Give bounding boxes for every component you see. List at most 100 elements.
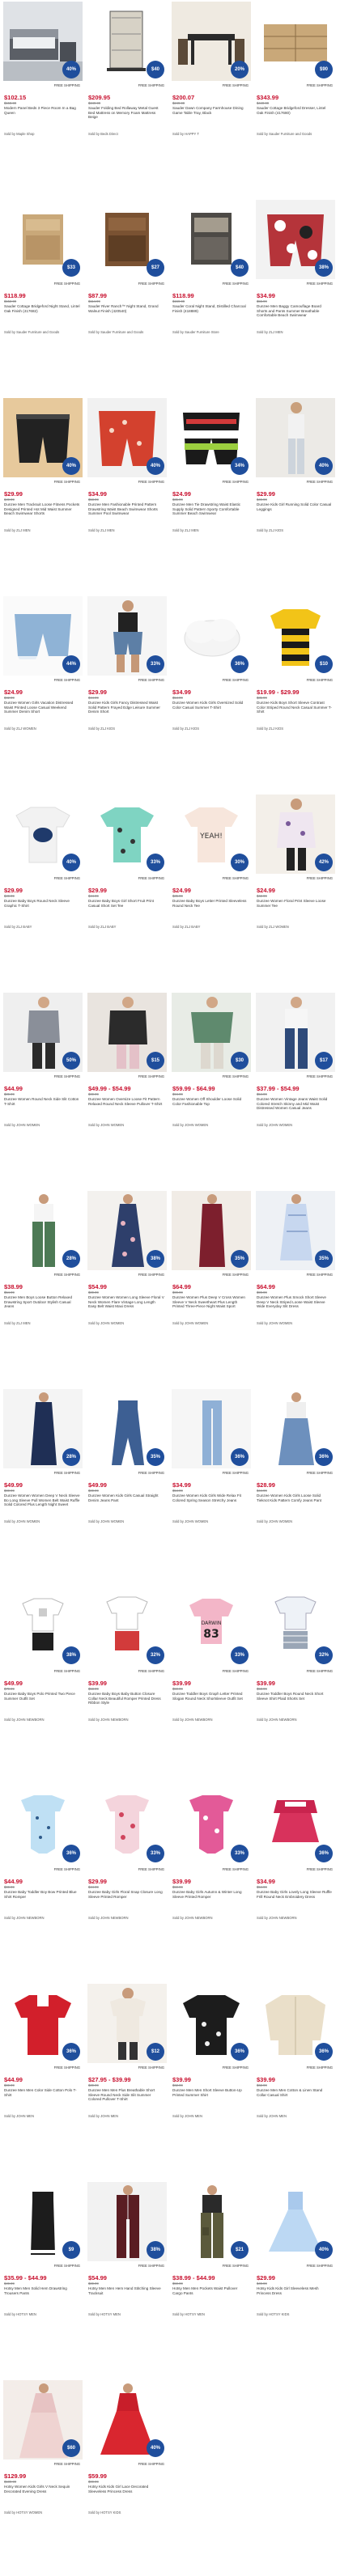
product-image[interactable]: $12 [87, 1984, 167, 2063]
product-title[interactable]: Dunzee Men Men Short Sleeve Button-Up Pr… [172, 2088, 249, 2097]
product-title[interactable]: Dunzee Women Women Deep V Neck Sleeve Bo… [4, 1493, 80, 1507]
product-card[interactable]: 36% FREE SHIPPING $44.99 $69.99 Dunzee M… [2, 1982, 83, 2180]
product-card[interactable]: 40% FREE SHIPPING $29.99 $49.99 Hotsy Ki… [254, 2180, 336, 2378]
product-image[interactable]: 38% [3, 1587, 83, 1667]
product-image[interactable]: 40% [256, 398, 335, 477]
product-image[interactable]: 36% [172, 596, 251, 676]
seller-name[interactable]: Sold by JOHN NEWBORN [257, 1718, 297, 1722]
seller-name[interactable]: Sold by ZLJ MEN [172, 528, 199, 532]
product-image[interactable]: $10 [256, 596, 335, 676]
product-card[interactable]: 38% FREE SHIPPING $54.99 $89.99 Hotsy Me… [86, 2180, 168, 2378]
product-image[interactable]: $15 [87, 993, 167, 1072]
product-card[interactable]: 40% FREE SHIPPING $59.99 $99.99 Hotsy Ki… [86, 2379, 168, 2576]
seller-name[interactable]: Sold by JOHN WOMEN [88, 1123, 124, 1127]
product-image[interactable]: 40% [87, 2380, 167, 2459]
product-title[interactable]: Dunzee Baby Girls Floral Snap Closure Lo… [88, 1890, 164, 1899]
product-image[interactable]: YEAH! 30% [172, 794, 251, 874]
product-title[interactable]: Dunzee Men Fashionable Printed Pattern D… [88, 502, 164, 516]
product-card[interactable]: 33% FREE SHIPPING $29.99 $44.99 Dunzee B… [86, 1784, 168, 1981]
product-title[interactable]: Dunzee Men Men Color Side Cotton Polo T-… [4, 2088, 80, 2097]
product-title[interactable]: Hotsy Kids Kids Girl Lace Decorated Slee… [88, 2485, 164, 2493]
product-card[interactable]: $10 FREE SHIPPING $19.99 - $29.99 $31.99… [254, 595, 336, 792]
product-title[interactable]: Dunzee Women Women Long Sleeve Floral V … [88, 1295, 164, 1309]
seller-name[interactable]: Sold by HOTSY MEN [172, 2312, 205, 2316]
product-image[interactable]: 28% [3, 1191, 83, 1270]
product-image[interactable]: $33 [3, 200, 83, 279]
product-title[interactable]: Dunzee Women Off Shoulder Loose Solid Co… [172, 1097, 249, 1106]
product-title[interactable]: Sauder Folding Bed Rollaway Metal Guest … [88, 106, 164, 120]
product-card[interactable]: 44% FREE SHIPPING $24.99 $42.99 Dunzee W… [2, 595, 83, 792]
product-title[interactable]: Dunzee Toddler Boys Round Neck Short Sle… [257, 1692, 333, 1701]
product-image[interactable]: $9 [3, 2182, 83, 2261]
product-title[interactable]: Dunzee Baby Boys Letter Printed Sleevele… [172, 899, 249, 908]
product-title[interactable]: Dunzee Women Floral Print Sleeve Loose S… [257, 899, 333, 908]
seller-name[interactable]: Sold by JOHN NEWBORN [88, 1718, 129, 1722]
product-image[interactable]: 33% [87, 794, 167, 874]
seller-name[interactable]: Sold by ZLJ BABY [4, 925, 32, 929]
product-image[interactable]: 36% [256, 1984, 335, 2063]
product-card[interactable]: $40 FREE SHIPPING $118.99 $159.99 Sauder… [170, 198, 252, 396]
product-image[interactable]: 40% [3, 2, 83, 81]
seller-name[interactable]: Sold by ZLJ KIDS [257, 727, 283, 731]
product-card[interactable]: $90 FREE SHIPPING $343.99 $449.99 Sauder… [254, 0, 336, 197]
seller-name[interactable]: Sold by ZLJ MEN [88, 528, 115, 532]
product-title[interactable]: Dunzee Baby Girls Autumn & Winter Long S… [172, 1890, 249, 1899]
product-title[interactable]: Hotsy Kids Kids Girl Sleeveless Mesh Pri… [257, 2286, 333, 2295]
product-image[interactable]: 33% [87, 596, 167, 676]
product-image[interactable]: $17 [256, 993, 335, 1072]
product-card[interactable]: $21 FREE SHIPPING $38.99 - $44.99 $59.99… [170, 2180, 252, 2378]
product-card[interactable]: 40% FREE SHIPPING $34.99 $58.99 Dunzee M… [86, 396, 168, 594]
seller-name[interactable]: Sold by ZLJ MEN [257, 330, 283, 334]
product-image[interactable]: 35% [172, 1191, 251, 1270]
product-image[interactable]: 40% [87, 398, 167, 477]
product-card[interactable]: DARWIN 83 33% FREE SHIPPING $39.99 $59.99… [170, 1586, 252, 1783]
product-title[interactable]: Dunzee Men Boys Loose Button Relaxed Dra… [4, 1295, 80, 1309]
product-title[interactable]: Dunzee Baby Boys Round Neck Sleeve Graph… [4, 899, 80, 908]
product-card[interactable]: 36% FREE SHIPPING $44.99 $69.99 Dunzee B… [2, 1784, 83, 1981]
seller-name[interactable]: Sold by JOHN WOMEN [257, 1321, 292, 1325]
seller-name[interactable]: Sold by JOHN NEWBORN [4, 1718, 45, 1722]
product-card[interactable]: 33% FREE SHIPPING $29.99 $44.99 Dunzee B… [86, 793, 168, 990]
product-title[interactable]: Dunzee Women Vintage Jeans Waist Solid C… [257, 1097, 333, 1111]
seller-name[interactable]: Sold by ZLJ BABY [172, 925, 200, 929]
product-title[interactable]: Hotsy Men Men Solid Hem Drawstring Trous… [4, 2286, 80, 2295]
product-card[interactable]: 28% FREE SHIPPING $49.99 $69.99 Dunzee W… [2, 1388, 83, 1585]
product-image[interactable]: 38% [87, 2182, 167, 2261]
seller-name[interactable]: Sold by HOTSY MEN [88, 2312, 121, 2316]
product-image[interactable]: 38% [256, 200, 335, 279]
product-card[interactable]: 32% FREE SHIPPING $39.99 $58.99 Dunzee T… [254, 1586, 336, 1783]
seller-name[interactable]: Sold by JOHN MEN [172, 2114, 202, 2118]
seller-name[interactable]: Sold by ZLJ MEN [4, 1321, 31, 1325]
product-card[interactable]: 28% FREE SHIPPING $38.99 $54.99 Dunzee M… [2, 1189, 83, 1387]
product-image[interactable]: 36% [256, 1786, 335, 1865]
product-title[interactable]: Dunzee Men Men Cotton & Linen Stand Coll… [257, 2088, 333, 2097]
product-card[interactable]: $60 FREE SHIPPING $129.99 $189.99 Hotsy … [2, 2379, 83, 2576]
product-image[interactable]: DARWIN 83 33% [172, 1587, 251, 1667]
product-card[interactable]: $33 FREE SHIPPING $118.99 $152.99 Sauder… [2, 198, 83, 396]
product-card[interactable]: 32% FREE SHIPPING $39.99 $58.99 Dunzee B… [86, 1586, 168, 1783]
product-title[interactable]: Sauder River Ranch™ Night Stand, Grand W… [88, 304, 164, 313]
product-card[interactable]: 36% FREE SHIPPING $34.99 $54.99 Dunzee W… [170, 1388, 252, 1585]
product-image[interactable]: 20% [172, 2, 251, 81]
seller-name[interactable]: Sold by JOHN MEN [4, 2114, 34, 2118]
seller-name[interactable]: Sold by Sauder Furniture Store [172, 330, 219, 334]
product-title[interactable]: Dunzee Men Tracksuit Loose Fitness Pocke… [4, 502, 80, 516]
product-title[interactable]: Hotsy Men Men Hem Hand Stitching Sleeve … [88, 2286, 164, 2295]
product-image[interactable]: $90 [256, 2, 335, 81]
product-title[interactable]: Dunzee Men Baggy Camouflage Board Shorts… [257, 304, 333, 318]
seller-name[interactable]: Sold by ZLJ BABY [88, 925, 116, 929]
product-image[interactable]: 35% [87, 1389, 167, 1468]
product-card[interactable]: 35% FREE SHIPPING $64.99 $99.99 Dunzee W… [170, 1189, 252, 1387]
product-card[interactable]: 33% FREE SHIPPING $29.99 $44.99 Dunzee K… [86, 595, 168, 792]
product-card[interactable]: 36% FREE SHIPPING $39.99 $62.99 Dunzee M… [170, 1982, 252, 2180]
product-title[interactable]: Dunzee Women Kids Girls Loose Solid Tiek… [257, 1493, 333, 1502]
product-image[interactable]: 36% [256, 1389, 335, 1468]
product-image[interactable]: 50% [3, 993, 83, 1072]
product-title[interactable]: Dunzee Kids Girl Running Solid Color Cas… [257, 502, 333, 511]
seller-name[interactable]: Sold by JOHN WOMEN [257, 1519, 292, 1523]
product-title[interactable]: Dunzee Women Kids Girls Oversized Solid … [172, 701, 249, 710]
product-title[interactable]: Dunzee Women Kids Girls Casual Straight … [88, 1493, 164, 1502]
product-image[interactable]: 40% [3, 398, 83, 477]
product-image[interactable]: 33% [87, 1786, 167, 1865]
seller-name[interactable]: Sold by JOHN NEWBORN [172, 1916, 213, 1920]
